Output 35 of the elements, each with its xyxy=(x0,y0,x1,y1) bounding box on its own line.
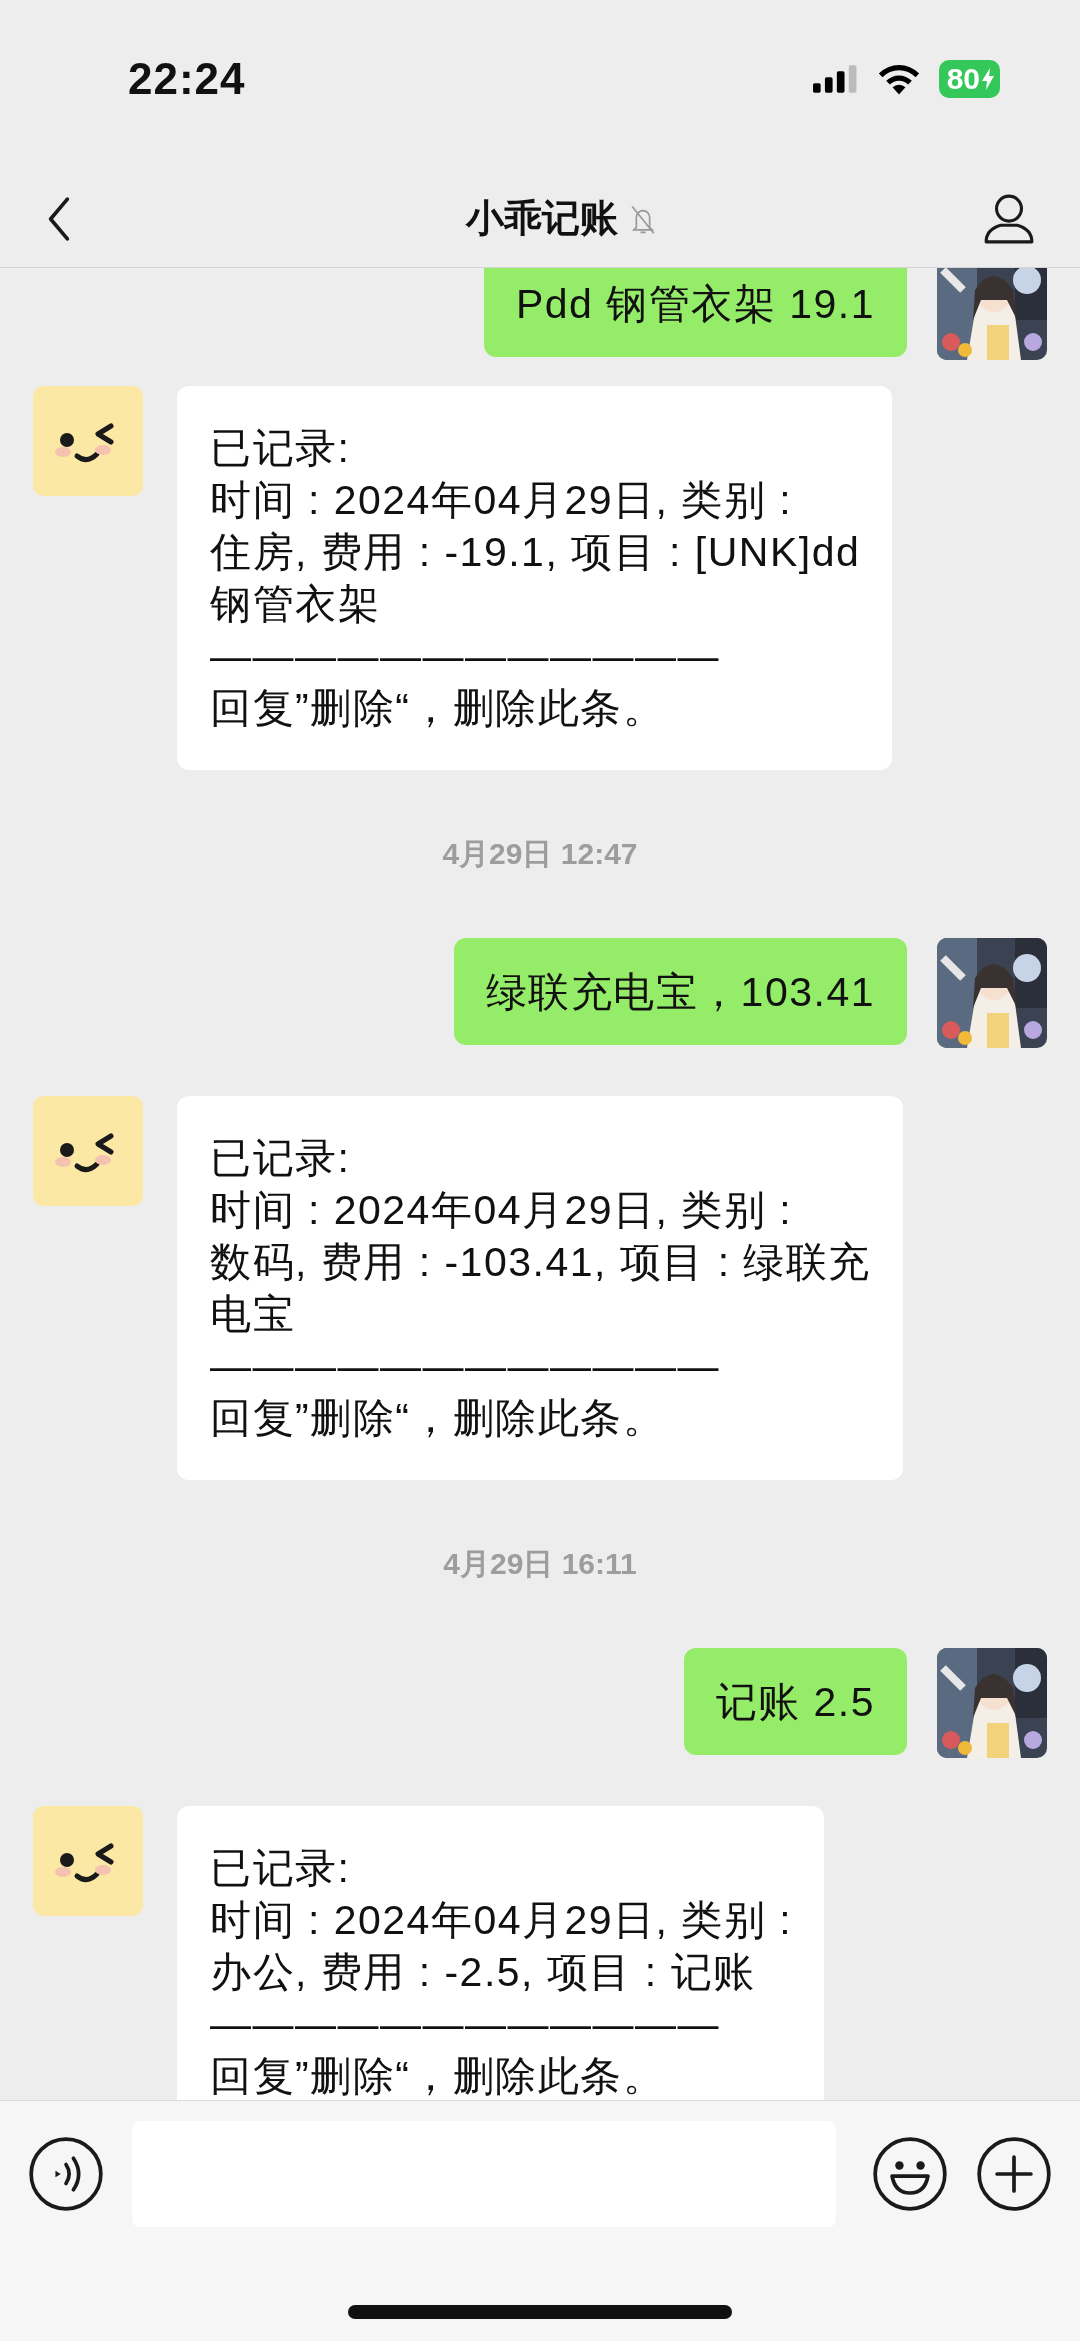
message-line: 时间 : 2024年04月29日, 类别 : xyxy=(210,1896,793,1945)
charging-bolt-icon xyxy=(982,68,994,90)
wink-face-icon xyxy=(33,1096,143,1206)
clock-time: 22:24 xyxy=(128,54,246,104)
message-line: 已记录: xyxy=(210,1844,352,1893)
message-line: 回复”删除“，删除此条。 xyxy=(210,2052,667,2100)
voice-icon[interactable] xyxy=(28,2136,104,2212)
message-line: 时间 : 2024年04月29日, 类别 : xyxy=(210,476,794,525)
message-line: 回复”删除“，删除此条。 xyxy=(210,684,667,733)
timestamp: 4月29日 12:47 xyxy=(442,835,638,872)
message-line: 电宝 xyxy=(210,1290,296,1339)
wink-face-icon xyxy=(33,386,143,496)
message-line: 已记录: xyxy=(210,424,352,473)
emoji-icon[interactable] xyxy=(872,2136,948,2212)
sent-message: 记账 2.5 xyxy=(683,1648,907,1755)
message-line: 时间 : 2024年04月29日, 类别 : xyxy=(210,1186,794,1235)
message-line: ———————————— xyxy=(210,632,721,681)
sent-message: Pdd 钢管衣架 19.1 xyxy=(483,268,907,357)
add-icon[interactable] xyxy=(976,2136,1052,2212)
message-line: 办公, 费用 : -2.5, 项目 : 记账 xyxy=(210,1948,757,1997)
message-line: 住房, 费用 : -19.1, 项目 : [UNK]dd xyxy=(210,528,861,577)
back-icon[interactable] xyxy=(46,195,72,242)
chat-title: 小乖记账 xyxy=(466,196,618,241)
wink-face-icon xyxy=(33,1806,143,1916)
message-line: 回复”删除“，删除此条。 xyxy=(210,1394,667,1443)
message-line: 钢管衣架 xyxy=(210,580,381,629)
sent-message: 绿联充电宝，103.41 xyxy=(453,938,907,1045)
message-line: ———————————— xyxy=(210,2000,721,2049)
message-line: 数码, 费用 : -103.41, 项目 : 绿联充 xyxy=(210,1238,871,1287)
message-line: ———————————— xyxy=(210,1342,721,1391)
message-line: 已记录: xyxy=(210,1134,352,1183)
signal-icon xyxy=(812,65,859,93)
timestamp: 4月29日 16:11 xyxy=(443,1545,637,1582)
wifi-icon xyxy=(876,63,921,95)
battery-level: 80 xyxy=(946,62,980,96)
